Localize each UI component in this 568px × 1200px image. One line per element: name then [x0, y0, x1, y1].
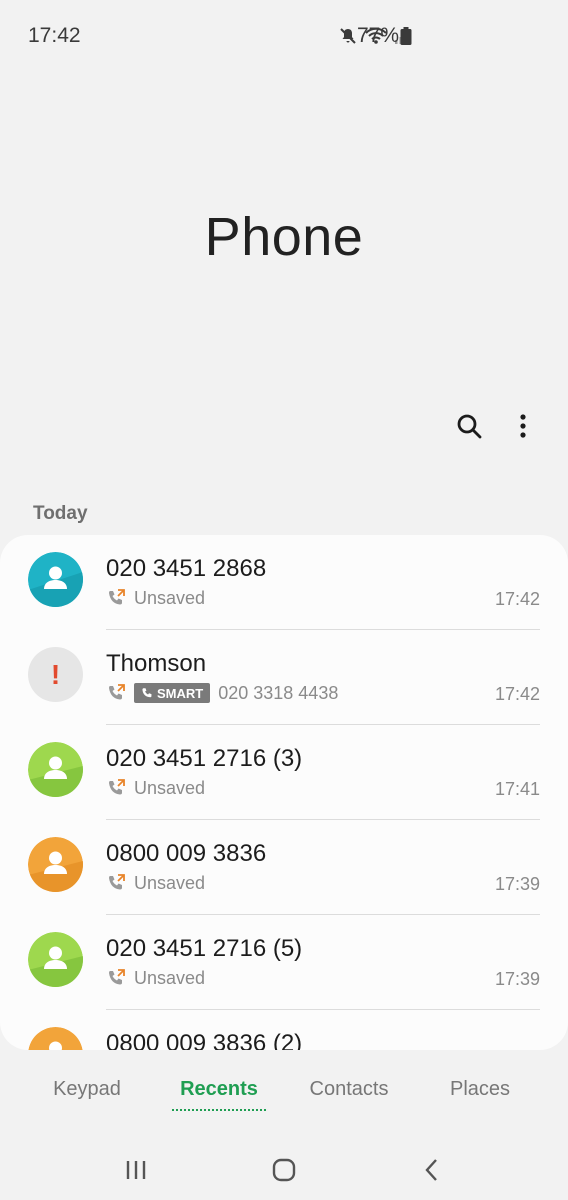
caller-name: 020 3451 2868 [106, 555, 267, 582]
call-detail-text: Unsaved [134, 872, 206, 893]
status-time: 17:42 [28, 24, 81, 47]
call-time: 17:41 [494, 779, 540, 799]
tab-label: Contacts [309, 1078, 389, 1100]
more-options-button[interactable] [503, 408, 543, 448]
smart-badge-label: SMART [157, 685, 204, 701]
home-icon [272, 1158, 296, 1182]
tab-label: Recents [180, 1078, 258, 1100]
alert-icon: ! [50, 658, 61, 690]
call-details: Unsaved [106, 872, 205, 894]
more-options-icon [519, 413, 527, 443]
recent-calls-list[interactable]: 020 3451 2868 Unsaved 17:42 ! Thomson SM… [0, 535, 568, 1050]
call-time: 17:39 [494, 969, 540, 989]
caller-name: 020 3451 2716 (5) [106, 935, 303, 962]
section-header-today: Today [33, 503, 88, 524]
contact-avatar[interactable] [28, 837, 83, 892]
outgoing-call-icon [109, 779, 125, 795]
caller-name: 0800 009 3836 [106, 840, 267, 867]
search-button[interactable] [449, 408, 489, 448]
back-button[interactable] [412, 1154, 452, 1186]
phone-icon [142, 688, 152, 698]
recent-apps-icon [126, 1161, 146, 1179]
home-button[interactable] [264, 1154, 304, 1186]
system-nav-bar [0, 1140, 568, 1200]
call-detail-text: Unsaved [134, 587, 206, 608]
call-detail-text: Unsaved [134, 777, 206, 798]
call-time: 17:42 [494, 589, 540, 609]
caller-name: 020 3451 2716 (3) [106, 745, 303, 772]
page-title: Phone [204, 207, 364, 267]
tab-keypad[interactable]: Keypad [44, 1078, 130, 1101]
call-log-item[interactable]: ! Thomson SMART 020 3318 4438 17:42 [0, 630, 568, 725]
outgoing-call-icon [109, 589, 125, 605]
tab-label: Keypad [53, 1078, 121, 1100]
outgoing-call-icon [109, 969, 125, 985]
bottom-tab-bar: Keypad Recents Contacts Places [0, 1070, 568, 1120]
call-time: 17:42 [494, 684, 540, 704]
outgoing-call-icon [109, 684, 125, 700]
tab-label: Places [449, 1078, 511, 1100]
call-detail-text: Unsaved [134, 967, 206, 988]
tab-contacts[interactable]: Contacts [300, 1078, 398, 1101]
tab-places[interactable]: Places [440, 1078, 520, 1101]
call-detail-text: 020 3318 4438 [218, 682, 339, 703]
caller-name: 0800 009 3836 (2) [106, 1030, 303, 1050]
contact-avatar[interactable]: ! [28, 647, 83, 702]
contact-avatar[interactable] [28, 932, 83, 987]
call-log-item[interactable]: 020 3451 2716 (5) Unsaved 17:39 [0, 915, 568, 1010]
back-icon [425, 1159, 437, 1181]
call-details: Unsaved [106, 587, 205, 609]
call-details: Unsaved [106, 967, 205, 989]
battery-icon [400, 27, 412, 50]
call-log-item[interactable]: 0800 009 3836 Unsaved 17:39 [0, 820, 568, 915]
active-tab-indicator [172, 1109, 266, 1111]
mute-icon [338, 26, 358, 46]
call-details: SMART 020 3318 4438 [106, 682, 338, 704]
status-bar: 17:42 77% [0, 0, 568, 72]
caller-name: Thomson [106, 650, 207, 677]
smart-call-badge: SMART [134, 683, 211, 703]
contact-avatar[interactable] [28, 742, 83, 797]
contact-avatar[interactable] [28, 552, 83, 607]
outgoing-call-icon [109, 874, 125, 890]
search-icon [456, 413, 482, 444]
recent-apps-button[interactable] [116, 1154, 156, 1186]
call-details: Unsaved [106, 777, 205, 799]
call-time: 17:39 [494, 874, 540, 894]
tab-recents[interactable]: Recents [172, 1078, 266, 1111]
call-log-item[interactable]: 020 3451 2716 (3) Unsaved 17:41 [0, 725, 568, 820]
call-log-item[interactable]: 020 3451 2868 Unsaved 17:42 [0, 535, 568, 630]
battery-percentage: 77% [357, 24, 400, 47]
call-log-item[interactable]: 0800 009 3836 (2) [0, 1010, 568, 1050]
contact-avatar[interactable] [28, 1027, 83, 1050]
